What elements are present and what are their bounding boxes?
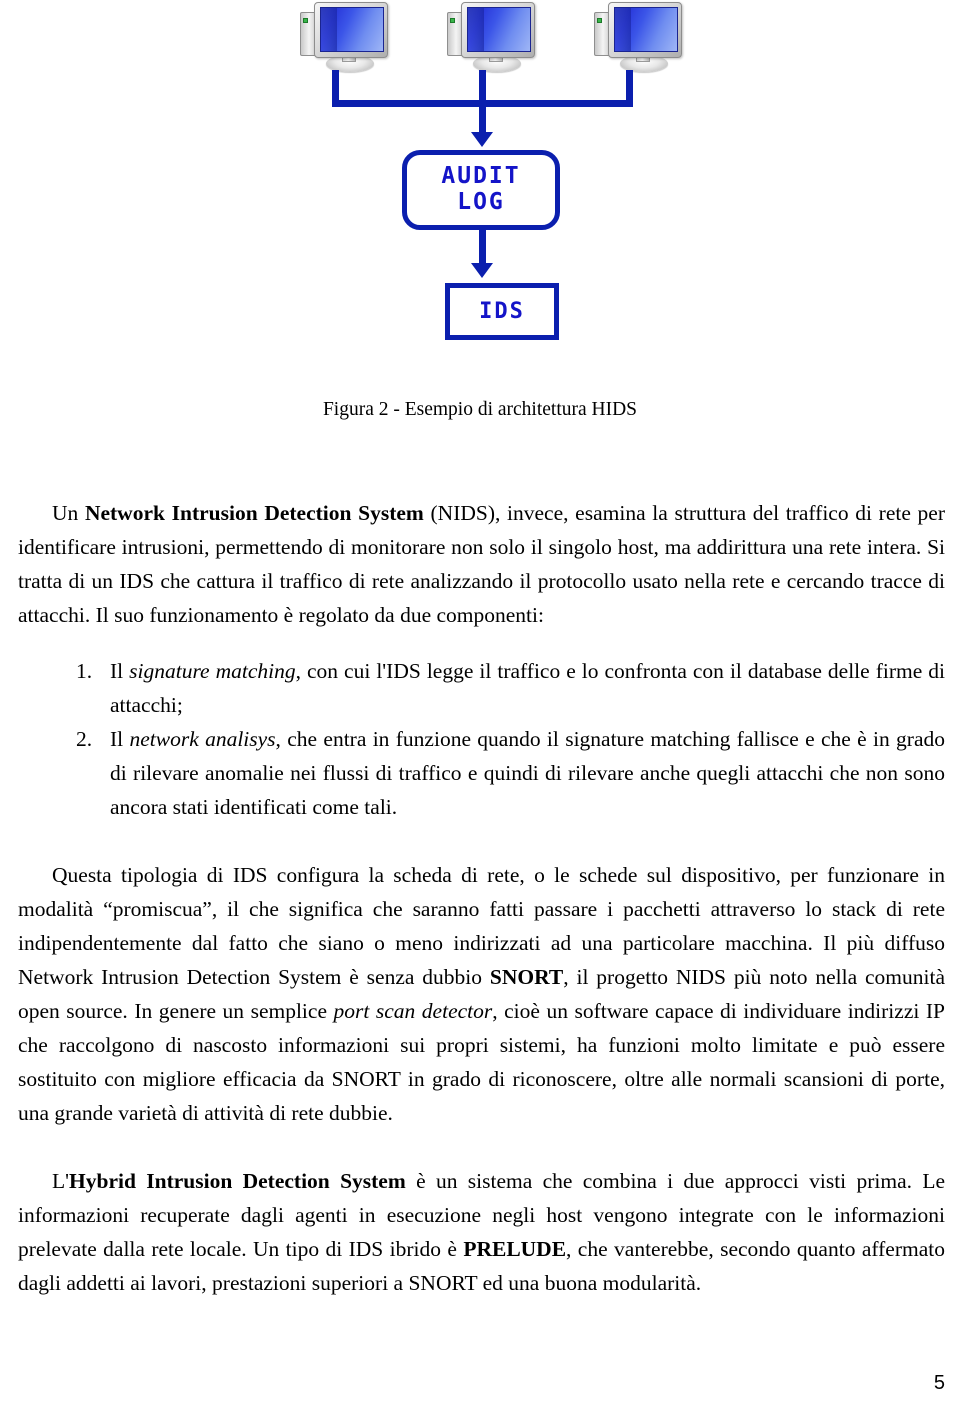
component-1-pre: Il: [110, 659, 130, 683]
monitor-screen: [614, 7, 678, 52]
page-number: 5: [933, 1372, 945, 1394]
audit-log-label-line2: LOG: [457, 189, 505, 215]
port-scan-detector-term: port scan detector: [333, 999, 493, 1023]
hybrid-term-bold: Hybrid Intrusion Detection System: [69, 1169, 406, 1193]
document-body: Un Network Intrusion Detection System (N…: [18, 496, 945, 1300]
monitor-bezel: [314, 2, 388, 58]
paragraph-hybrid-ids: L'Hybrid Intrusion Detection System è un…: [18, 1164, 945, 1300]
ids-node: IDS: [445, 283, 559, 340]
arrow-head-to-audit-log: [471, 132, 493, 147]
nids-term-bold: Network Intrusion Detection System: [84, 501, 424, 525]
list-item: Il signature matching, con cui l'IDS leg…: [18, 654, 945, 722]
components-list: Il signature matching, con cui l'IDS leg…: [18, 654, 945, 824]
audit-log-node: AUDIT LOG: [402, 150, 560, 230]
component-2-pre: Il: [110, 727, 130, 751]
component-1-term: signature matching: [129, 659, 296, 683]
monitor-bezel: [608, 2, 682, 58]
host-computer-icon: [445, 0, 541, 72]
snort-term-bold: SNORT: [489, 965, 564, 989]
ids-label: IDS: [479, 299, 525, 324]
nids-lead-text: Un: [52, 501, 85, 525]
hybrid-seg1: L': [52, 1169, 70, 1193]
monitor-screen: [467, 7, 531, 52]
audit-log-label-line1: AUDIT: [441, 163, 521, 190]
host-computer-icon: [592, 0, 688, 72]
monitor-screen: [320, 7, 384, 52]
connector-line-to-ids: [479, 230, 486, 264]
connector-line-to-audit-log: [479, 100, 486, 133]
arrow-head-to-ids: [471, 263, 493, 278]
figure-caption: Figura 2 - Esempio di architettura HIDS: [322, 399, 638, 420]
host-computer-icon: [298, 0, 394, 72]
paragraph-promiscuous-mode: Questa tipologia di IDS configura la sch…: [18, 858, 945, 1130]
monitor-bezel: [461, 2, 535, 58]
list-item: Il network analisys, che entra in funzio…: [18, 722, 945, 824]
figure-block: AUDIT LOG IDS: [0, 0, 960, 385]
prelude-term-bold: PRELUDE: [463, 1237, 567, 1261]
component-2-term: network analisys: [129, 727, 276, 751]
hids-architecture-diagram: AUDIT LOG IDS: [290, 0, 700, 355]
paragraph-nids: Un Network Intrusion Detection System (N…: [18, 496, 945, 632]
